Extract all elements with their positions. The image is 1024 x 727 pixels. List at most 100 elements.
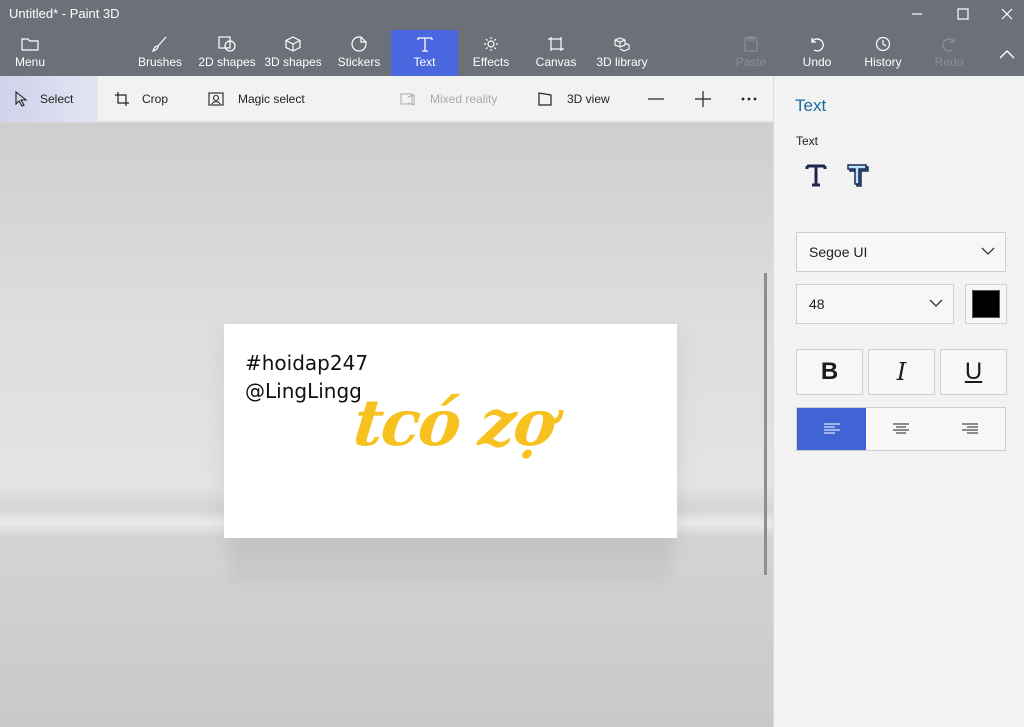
magic-select-tool[interactable]: Magic select xyxy=(208,76,305,122)
menu-button[interactable]: Menu xyxy=(6,30,54,76)
3d-view-button[interactable]: 3D view xyxy=(537,76,610,122)
crop-icon xyxy=(115,92,129,106)
underline-button[interactable]: U xyxy=(940,349,1007,395)
history-icon xyxy=(875,36,891,52)
3d-view-label: 3D view xyxy=(567,92,610,106)
text-color-picker[interactable] xyxy=(965,284,1007,324)
text-tab[interactable]: Text xyxy=(391,30,458,76)
bold-button[interactable]: B xyxy=(796,349,863,395)
cube-icon xyxy=(285,36,301,52)
undo-label: Undo xyxy=(802,55,832,69)
align-right-button[interactable] xyxy=(936,408,1005,450)
2d-shapes-label: 2D shapes xyxy=(198,55,256,69)
brush-icon xyxy=(152,36,167,52)
color-swatch xyxy=(972,290,1000,318)
cursor-arrow-icon xyxy=(15,91,28,107)
stickers-tab[interactable]: Stickers xyxy=(334,30,384,76)
canvas-tab[interactable]: Canvas xyxy=(532,30,580,76)
mixed-reality-button[interactable]: Mixed reality xyxy=(400,76,497,122)
sun-icon xyxy=(484,37,498,51)
chevron-down-icon xyxy=(981,247,995,255)
3d-shapes-tab[interactable]: 3D shapes xyxy=(262,30,324,76)
history-label: History xyxy=(864,55,902,69)
ellipsis-icon xyxy=(741,97,757,101)
mixed-reality-label: Mixed reality xyxy=(430,92,498,106)
chevron-up-icon xyxy=(999,50,1015,59)
2d-text-icon xyxy=(805,164,827,187)
align-left-button[interactable] xyxy=(797,408,867,450)
vertical-scrollbar[interactable] xyxy=(764,273,767,575)
3d-text-icon xyxy=(847,164,869,187)
text-label: Text xyxy=(413,55,436,69)
undo-icon xyxy=(811,38,824,52)
crop-label: Crop xyxy=(142,92,169,106)
font-size-dropdown[interactable]: 48 xyxy=(796,284,954,324)
select-label: Select xyxy=(40,92,74,106)
close-button[interactable] xyxy=(984,0,1024,28)
3d-shapes-label: 3D shapes xyxy=(264,55,322,69)
zoom-in-button[interactable] xyxy=(694,76,724,122)
paste-button[interactable]: Paste xyxy=(734,30,768,76)
redo-button[interactable]: Redo xyxy=(932,30,966,76)
magic-select-label: Magic select xyxy=(238,92,305,106)
menu-label: Menu xyxy=(14,55,46,69)
2d-text-button[interactable] xyxy=(796,158,836,192)
minimize-icon xyxy=(912,13,922,15)
undo-button[interactable]: Undo xyxy=(800,30,834,76)
canvas-text-hashtag[interactable]: #hoidap247 xyxy=(245,351,368,375)
3d-library-icon xyxy=(614,37,630,52)
minimize-button[interactable] xyxy=(894,0,940,28)
text-tool-icon xyxy=(416,37,433,52)
crop-tool[interactable]: Crop xyxy=(114,76,168,122)
effects-tab[interactable]: Effects xyxy=(466,30,516,76)
plus-icon xyxy=(695,91,711,107)
paste-label: Paste xyxy=(735,55,767,69)
chevron-down-icon xyxy=(929,299,943,307)
align-left-icon xyxy=(823,423,840,434)
text-side-panel: Text Text Segoe UI 48 B I U xyxy=(773,76,1024,727)
canvas-handwritten-text[interactable]: tcó zợ xyxy=(350,386,558,461)
canvas-text-mention[interactable]: @LingLingg xyxy=(245,379,362,403)
align-center-button[interactable] xyxy=(866,408,935,450)
canvas-shadow xyxy=(230,543,670,583)
text-alignment-group xyxy=(796,407,1006,451)
top-ribbon: Untitled* - Paint 3D Menu Brushes 2D sha… xyxy=(0,0,1024,76)
canvas-label: Canvas xyxy=(535,55,577,69)
folder-icon xyxy=(21,38,39,51)
window-title: Untitled* - Paint 3D xyxy=(9,6,120,21)
select-tool[interactable]: Select xyxy=(0,76,98,122)
maximize-icon xyxy=(957,8,969,20)
stickers-label: Stickers xyxy=(337,55,381,69)
tool-options-bar: Select Crop Magic select Mixed reality 3… xyxy=(0,76,773,122)
sticker-icon xyxy=(351,36,367,52)
canvas-icon xyxy=(548,37,564,51)
maximize-button[interactable] xyxy=(940,0,986,28)
collapse-ribbon-button[interactable] xyxy=(984,40,1024,68)
redo-icon xyxy=(942,38,955,52)
effects-label: Effects xyxy=(472,55,510,69)
align-right-icon xyxy=(962,423,979,434)
brushes-tab[interactable]: Brushes xyxy=(132,30,188,76)
clipboard-icon xyxy=(744,36,758,52)
redo-label: Redo xyxy=(934,55,964,69)
zoom-out-button[interactable] xyxy=(647,76,677,122)
workspace[interactable]: #hoidap247 @LingLingg tcó zợ xyxy=(0,123,773,727)
more-options-button[interactable] xyxy=(740,76,770,122)
font-family-dropdown[interactable]: Segoe UI xyxy=(796,232,1006,272)
font-size-value: 48 xyxy=(809,296,825,312)
3d-library-label: 3D library xyxy=(596,55,648,69)
font-family-value: Segoe UI xyxy=(809,244,868,260)
italic-button[interactable]: I xyxy=(868,349,935,395)
brushes-label: Brushes xyxy=(137,55,183,69)
3d-view-icon xyxy=(538,92,552,106)
minus-icon xyxy=(648,98,664,100)
align-center-icon xyxy=(892,423,909,434)
magic-select-icon xyxy=(208,92,224,106)
history-button[interactable]: History xyxy=(862,30,904,76)
3d-text-button[interactable] xyxy=(839,158,879,192)
mixed-reality-icon xyxy=(400,93,415,106)
2d-shapes-tab[interactable]: 2D shapes xyxy=(196,30,258,76)
drawing-canvas[interactable]: #hoidap247 @LingLingg tcó zợ xyxy=(224,324,677,538)
2d-shapes-icon xyxy=(218,36,236,52)
3d-library-tab[interactable]: 3D library xyxy=(594,30,650,76)
